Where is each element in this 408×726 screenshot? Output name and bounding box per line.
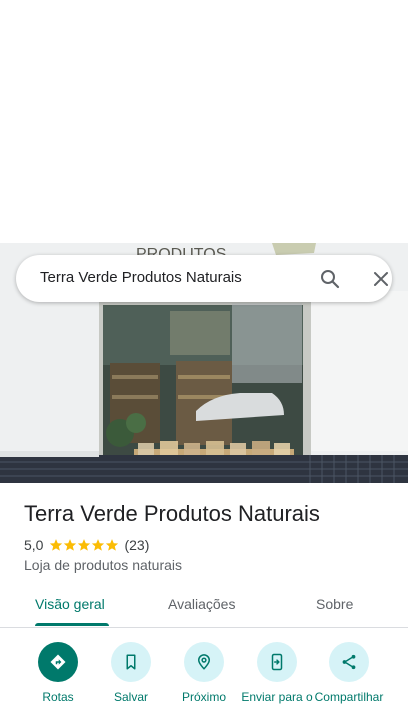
review-count[interactable]: (23) [124,537,149,553]
rating-value: 5,0 [24,537,44,553]
directions-icon [50,654,66,670]
place-title: Terra Verde Produtos Naturais [24,501,320,526]
bookmark-icon [126,654,136,670]
close-icon[interactable] [369,267,393,291]
nearby-icon [197,654,211,670]
star-icon [64,539,77,551]
place-screen: PRODUTOS [0,0,408,726]
nearby-button[interactable]: Próximo [164,642,244,704]
search-bar[interactable]: Terra Verde Produtos Naturais [16,255,392,302]
directions-label: Rotas [42,690,74,704]
tab-about[interactable]: Sobre [316,596,353,612]
star-rating [49,538,119,552]
search-icon[interactable] [318,267,342,291]
star-icon [50,539,63,551]
directions-button[interactable]: Rotas [18,642,98,704]
save-label: Salvar [113,690,148,704]
share-icon [342,654,356,670]
star-icon [92,539,105,551]
star-icon [78,539,91,551]
tab-overview[interactable]: Visão geral [35,596,105,612]
tab-bar: Visão geral Avaliações Sobre [0,585,408,628]
star-icon [106,539,119,551]
send-to-phone-button[interactable]: Enviar para o [237,642,317,704]
save-button[interactable]: Salvar [91,642,171,704]
share-label: Compartilhar [314,690,384,704]
share-button[interactable]: Compartilhar [309,642,389,704]
map-area[interactable] [0,0,408,243]
send-to-phone-icon [271,653,283,671]
search-input[interactable]: Terra Verde Produtos Naturais [40,269,242,286]
action-bar: Rotas Salvar Próximo Enviar para o Compa… [0,638,408,726]
nearby-label: Próximo [181,690,226,704]
active-tab-indicator [35,623,109,626]
tab-reviews[interactable]: Avaliações [168,596,235,612]
send-to-phone-label: Enviar para o [241,690,313,704]
place-category: Loja de produtos naturais [24,557,182,573]
rating-row[interactable]: 5,0 (23) [24,536,149,554]
